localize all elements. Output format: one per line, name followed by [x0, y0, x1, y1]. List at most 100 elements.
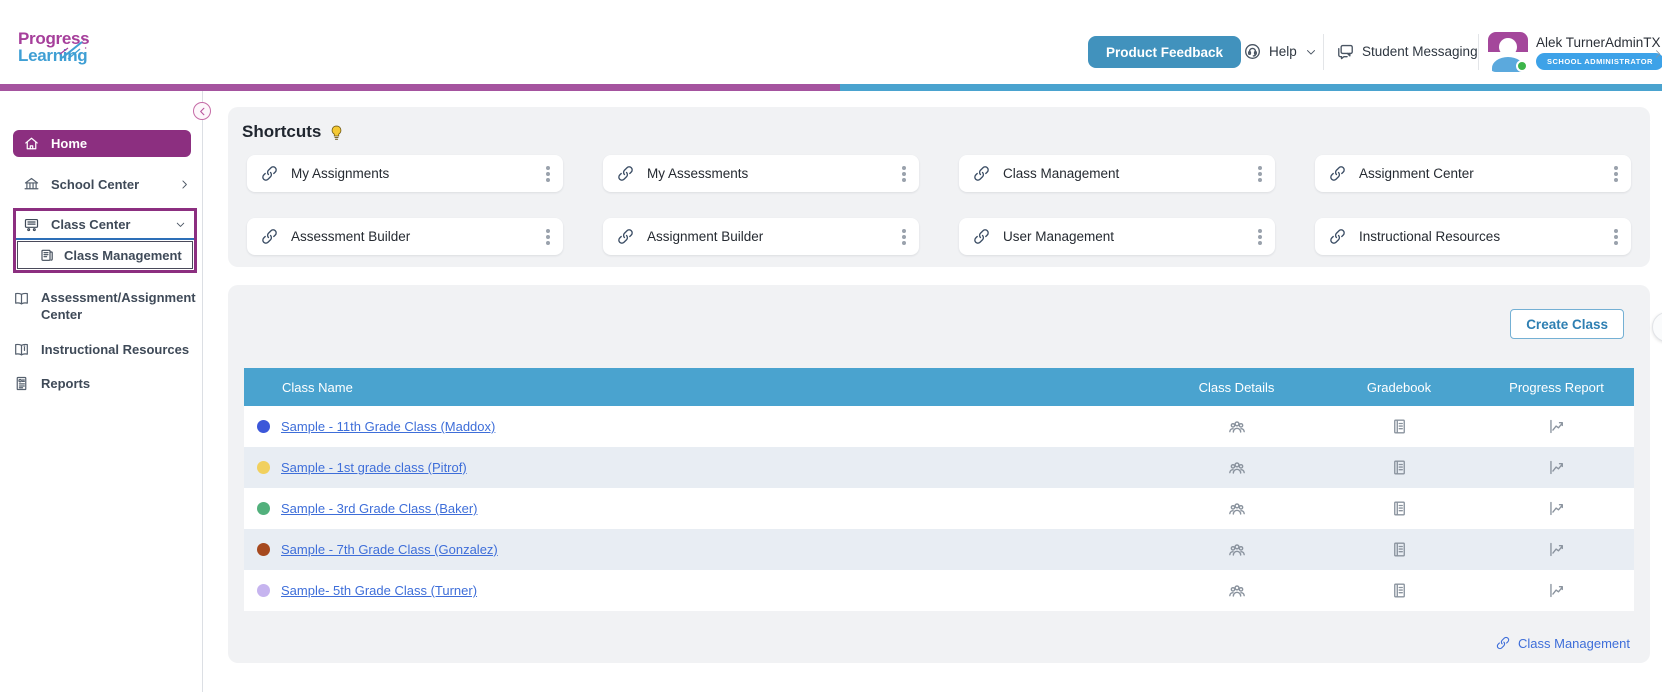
sidebar-assessment-assignment-label: Assessment/Assignment Center [41, 290, 196, 322]
link-icon [974, 229, 989, 244]
shortcut-label: Assessment Builder [291, 229, 411, 244]
sidebar-home-label: Home [51, 136, 88, 151]
sidebar-item-class-center[interactable]: Class Center [16, 211, 194, 238]
class-details-icon[interactable] [1227, 499, 1247, 519]
class-management-footer-link[interactable]: Class Management [1495, 635, 1630, 651]
shooting-star-icon [59, 39, 87, 60]
help-menu[interactable]: Help [1243, 42, 1318, 61]
class-name-link[interactable]: Sample- 5th Grade Class (Turner) [281, 583, 477, 598]
classes-table: Class Name Class Details Gradebook Progr… [244, 368, 1634, 611]
kebab-menu-icon[interactable] [1614, 234, 1618, 239]
progress-report-icon[interactable] [1547, 458, 1566, 477]
class-name-link[interactable]: Sample - 3rd Grade Class (Baker) [281, 501, 478, 516]
column-header-class-name: Class Name [282, 379, 353, 395]
chat-bubbles-icon [1338, 44, 1353, 60]
sidebar-item-school-center[interactable]: School Center [13, 174, 195, 194]
create-class-button[interactable]: Create Class [1510, 309, 1624, 339]
sidebar-school-center-label: School Center [51, 176, 140, 192]
class-name-link[interactable]: Sample - 7th Grade Class (Gonzalez) [281, 542, 498, 557]
shortcut-label: Assignment Builder [647, 229, 764, 244]
student-messaging-button[interactable]: Student Messaging [1336, 42, 1478, 61]
sidebar-item-home[interactable]: Home [13, 130, 191, 157]
progress-report-icon[interactable] [1547, 581, 1566, 600]
kebab-menu-icon[interactable] [902, 234, 906, 239]
kebab-menu-icon[interactable] [546, 234, 550, 239]
shortcut-card-instructional-resources[interactable]: Instructional Resources [1315, 218, 1631, 255]
lightbulb-icon [332, 125, 342, 140]
kebab-menu-icon[interactable] [902, 171, 906, 176]
class-center-divider [16, 238, 194, 240]
table-header-row: Class Name Class Details Gradebook Progr… [244, 368, 1634, 406]
link-icon [262, 166, 277, 181]
gradebook-icon[interactable] [1390, 540, 1409, 559]
class-color-dot [257, 543, 270, 556]
table-row: Sample - 1st grade class (Pitrof) [244, 447, 1634, 488]
home-icon [25, 137, 38, 150]
shortcut-card-class-management[interactable]: Class Management [959, 155, 1275, 192]
chevron-down-icon [1306, 49, 1315, 55]
class-details-icon[interactable] [1227, 458, 1247, 478]
kebab-menu-icon[interactable] [546, 171, 550, 176]
sidebar-item-assessment-assignment-center[interactable]: Assessment/Assignment Center [13, 289, 196, 323]
kebab-menu-icon[interactable] [1258, 171, 1262, 176]
help-support-icon [1245, 44, 1260, 59]
shortcut-card-assignment-center[interactable]: Assignment Center [1315, 155, 1631, 192]
sidebar-item-class-management[interactable]: Class Management [17, 241, 193, 269]
classes-panel: Create Class Class Name Class Details Gr… [228, 285, 1650, 663]
sidebar-item-reports[interactable]: Reports [13, 373, 195, 393]
link-icon [974, 166, 989, 181]
link-icon [262, 229, 277, 244]
gradebook-icon[interactable] [1390, 458, 1409, 477]
gradebook-icon[interactable] [1390, 417, 1409, 436]
sidebar-item-instructional-resources[interactable]: Instructional Resources [13, 339, 195, 359]
table-row: Sample - 11th Grade Class (Maddox) [244, 406, 1634, 447]
arrow-left-icon [199, 107, 206, 115]
progress-report-icon[interactable] [1547, 417, 1566, 436]
shortcuts-title: Shortcuts [242, 122, 322, 141]
class-color-dot [257, 502, 270, 515]
sidebar-reports-label: Reports [41, 375, 91, 391]
accent-bar-teal [840, 84, 1662, 91]
shortcut-label: Assignment Center [1359, 166, 1474, 181]
class-color-dot [257, 584, 270, 597]
link-icon [1330, 229, 1345, 244]
school-building-icon [24, 177, 39, 189]
class-management-footer-label: Class Management [1518, 635, 1630, 651]
shortcut-card-assessment-builder[interactable]: Assessment Builder [247, 218, 563, 255]
shortcut-card-my-assessments[interactable]: My Assessments [603, 155, 919, 192]
accent-bar-purple [0, 84, 840, 91]
progress-learning-app: Progress Learning Product Feedback Help … [0, 0, 1662, 692]
brand-logo[interactable]: Progress Learning [18, 30, 90, 64]
link-icon [618, 229, 633, 244]
class-details-icon[interactable] [1227, 581, 1247, 601]
avatar-head [1499, 38, 1517, 56]
product-feedback-button[interactable]: Product Feedback [1088, 36, 1242, 68]
class-color-dot [257, 461, 270, 474]
progress-report-icon[interactable] [1547, 540, 1566, 559]
gradebook-icon[interactable] [1390, 499, 1409, 518]
kebab-menu-icon[interactable] [1258, 234, 1262, 239]
table-row: Sample - 7th Grade Class (Gonzalez) [244, 529, 1634, 570]
open-book-icon [15, 292, 28, 305]
top-header: Progress Learning Product Feedback Help … [0, 0, 1662, 84]
chevron-down-icon [176, 222, 185, 227]
column-header-gradebook: Gradebook [1366, 379, 1432, 395]
column-header-progress-report: Progress Report [1509, 379, 1604, 395]
gradebook-icon[interactable] [1390, 581, 1409, 600]
kebab-menu-icon[interactable] [1614, 171, 1618, 176]
shortcut-card-user-management[interactable]: User Management [959, 218, 1275, 255]
class-details-icon[interactable] [1227, 417, 1247, 437]
chevron-right-icon [182, 180, 187, 188]
sidebar-instructional-resources-label: Instructional Resources [41, 341, 190, 357]
edge-floating-button[interactable] [1652, 312, 1662, 342]
progress-report-icon[interactable] [1547, 499, 1566, 518]
help-label: Help [1269, 44, 1297, 59]
class-name-link[interactable]: Sample - 1st grade class (Pitrof) [281, 460, 467, 475]
sidebar-collapse-button[interactable] [193, 102, 211, 120]
class-details-icon[interactable] [1227, 540, 1247, 560]
class-name-link[interactable]: Sample - 11th Grade Class (Maddox) [281, 419, 495, 434]
shortcut-card-my-assignments[interactable]: My Assignments [247, 155, 563, 192]
user-menu-chevron-icon[interactable] [1652, 48, 1662, 60]
shortcut-card-assignment-builder[interactable]: Assignment Builder [603, 218, 919, 255]
link-icon [618, 166, 633, 181]
